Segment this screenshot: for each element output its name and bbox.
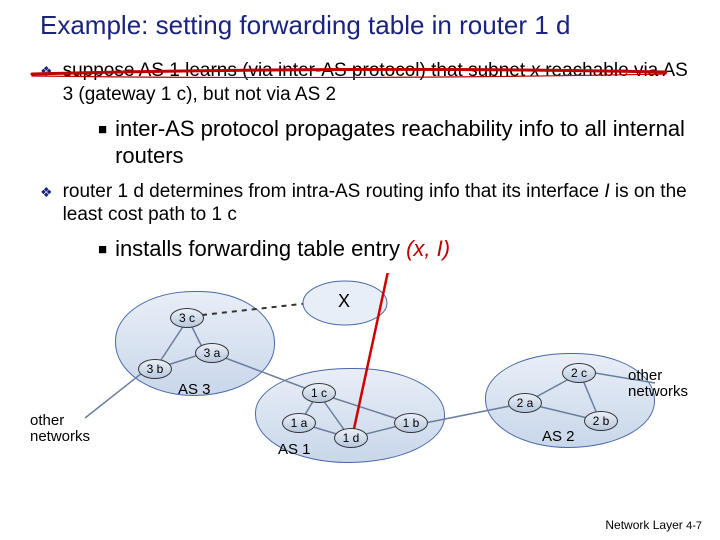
square-bullet-icon: ■	[98, 241, 107, 260]
bullet-2-text: inter-AS protocol propagates reachabilit…	[115, 115, 690, 170]
network-diagram: X 3 c 3 b 3 a 1 c 1 a 1 d 1 b 2 a 2 c 2 …	[0, 273, 720, 493]
footer-section: Network Layer	[605, 518, 682, 532]
as1-label: AS 1	[278, 441, 311, 458]
square-bullet-icon: ■	[98, 121, 107, 140]
bullet-3-pre: router 1 d determines from intra-AS rout…	[63, 181, 605, 202]
router-2a: 2 a	[508, 393, 542, 413]
router-1c: 1 c	[302, 383, 336, 403]
other-networks-left: other networks	[30, 413, 100, 446]
subnet-x-label: X	[338, 291, 350, 312]
bullet-1-text: suppose AS 1 learns (via inter-AS protoc…	[63, 59, 690, 107]
bullet-4-tuple: (x, I)	[406, 236, 450, 261]
router-3c: 3 c	[170, 308, 204, 328]
bullet-3: ❖ router 1 d determines from intra-AS ro…	[40, 180, 690, 228]
other-networks-right: other networks	[628, 368, 698, 401]
slide-footer: Network Layer 4-7	[605, 518, 702, 532]
bullet-4: ■ installs forwarding table entry (x, I)	[98, 235, 690, 263]
title-underline	[30, 68, 670, 78]
diamond-bullet-icon: ❖	[40, 184, 53, 202]
router-3b: 3 b	[138, 359, 172, 379]
router-1d: 1 d	[334, 428, 368, 448]
router-2b: 2 b	[584, 411, 618, 431]
footer-page: 4-7	[686, 520, 702, 532]
router-2c: 2 c	[562, 363, 596, 383]
router-1b: 1 b	[394, 413, 428, 433]
bullet-2: ■ inter-AS protocol propagates reachabil…	[98, 115, 690, 170]
as2-label: AS 2	[542, 428, 575, 445]
bullet-4-text: installs forwarding table entry (x, I)	[115, 235, 450, 263]
slide-title: Example: setting forwarding table in rou…	[0, 0, 720, 45]
bullet-3-I: I	[604, 181, 615, 202]
bullet-1: ❖ suppose AS 1 learns (via inter-AS prot…	[40, 59, 690, 107]
bullet-3-text: router 1 d determines from intra-AS rout…	[63, 180, 690, 228]
as3-label: AS 3	[178, 381, 211, 398]
bullet-4-pre: installs forwarding table entry	[115, 236, 406, 261]
router-1a: 1 a	[282, 413, 316, 433]
router-3a: 3 a	[195, 343, 229, 363]
